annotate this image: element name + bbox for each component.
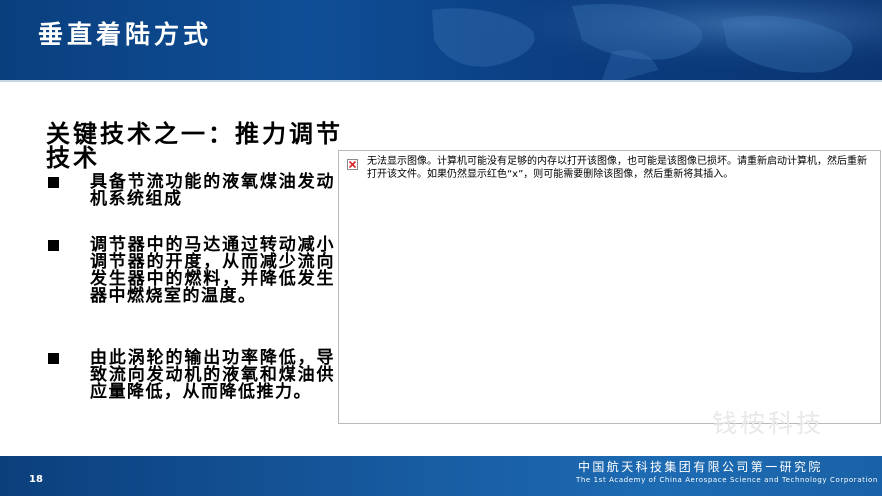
watermark: 钱桉科技 bbox=[712, 409, 825, 438]
broken-image-placeholder[interactable]: 无法显示图像。计算机可能没有足够的内存以打开该图像，也可能是该图像已损坏。请重新… bbox=[338, 150, 881, 424]
world-map-graphic bbox=[362, 0, 882, 80]
header-divider bbox=[0, 80, 882, 82]
organization-name-cn: 中国航天科技集团有限公司第一研究院 bbox=[578, 460, 823, 474]
square-bullet-icon bbox=[48, 353, 59, 364]
footer-bar: 18 中国航天科技集团有限公司第一研究院 The 1st Academy of … bbox=[0, 456, 882, 496]
section-heading: 关键技术之一：推力调节技术 bbox=[46, 120, 343, 172]
square-bullet-icon bbox=[48, 240, 59, 251]
slide-title: 垂直着陆方式 bbox=[38, 20, 213, 49]
bullet-text: 调节器中的马达通过转动减小调节器的开度，从而减少流向发生器中的燃料，并降低发生器… bbox=[90, 235, 335, 306]
broken-image-icon bbox=[347, 159, 358, 170]
broken-image-message: 无法显示图像。计算机可能没有足够的内存以打开该图像，也可能是该图像已损坏。请重新… bbox=[367, 156, 867, 180]
square-bullet-icon bbox=[48, 177, 59, 188]
organization-name-en: The 1st Academy of China Aerospace Scien… bbox=[576, 476, 878, 484]
bullet-text: 由此涡轮的输出功率降低，导致流向发动机的液氧和煤油供应量降低，从而降低推力。 bbox=[90, 348, 335, 402]
bullet-text: 具备节流功能的液氧煤油发动机系统组成 bbox=[90, 172, 335, 209]
page-number: 18 bbox=[29, 474, 43, 485]
header-banner: 垂直着陆方式 bbox=[0, 0, 882, 80]
